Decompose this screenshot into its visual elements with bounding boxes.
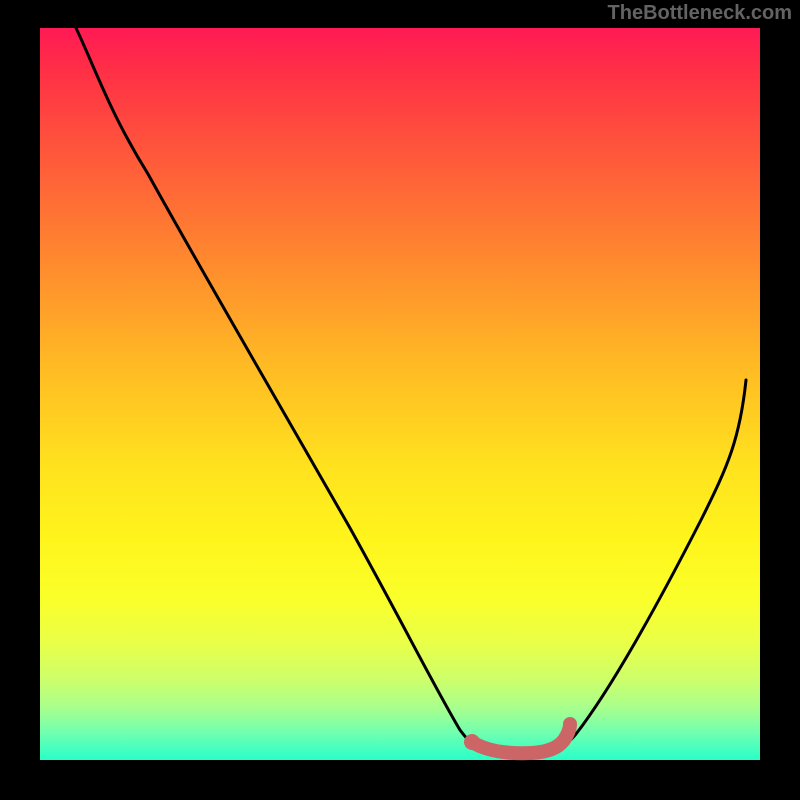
optimal-marker [472,724,570,753]
plot-area [40,28,760,760]
chart-frame: TheBottleneck.com [0,0,800,800]
attribution-label: TheBottleneck.com [608,2,792,25]
curve-overlay [40,28,760,760]
optimal-marker-dot [464,734,480,750]
bottleneck-curve [76,28,746,754]
